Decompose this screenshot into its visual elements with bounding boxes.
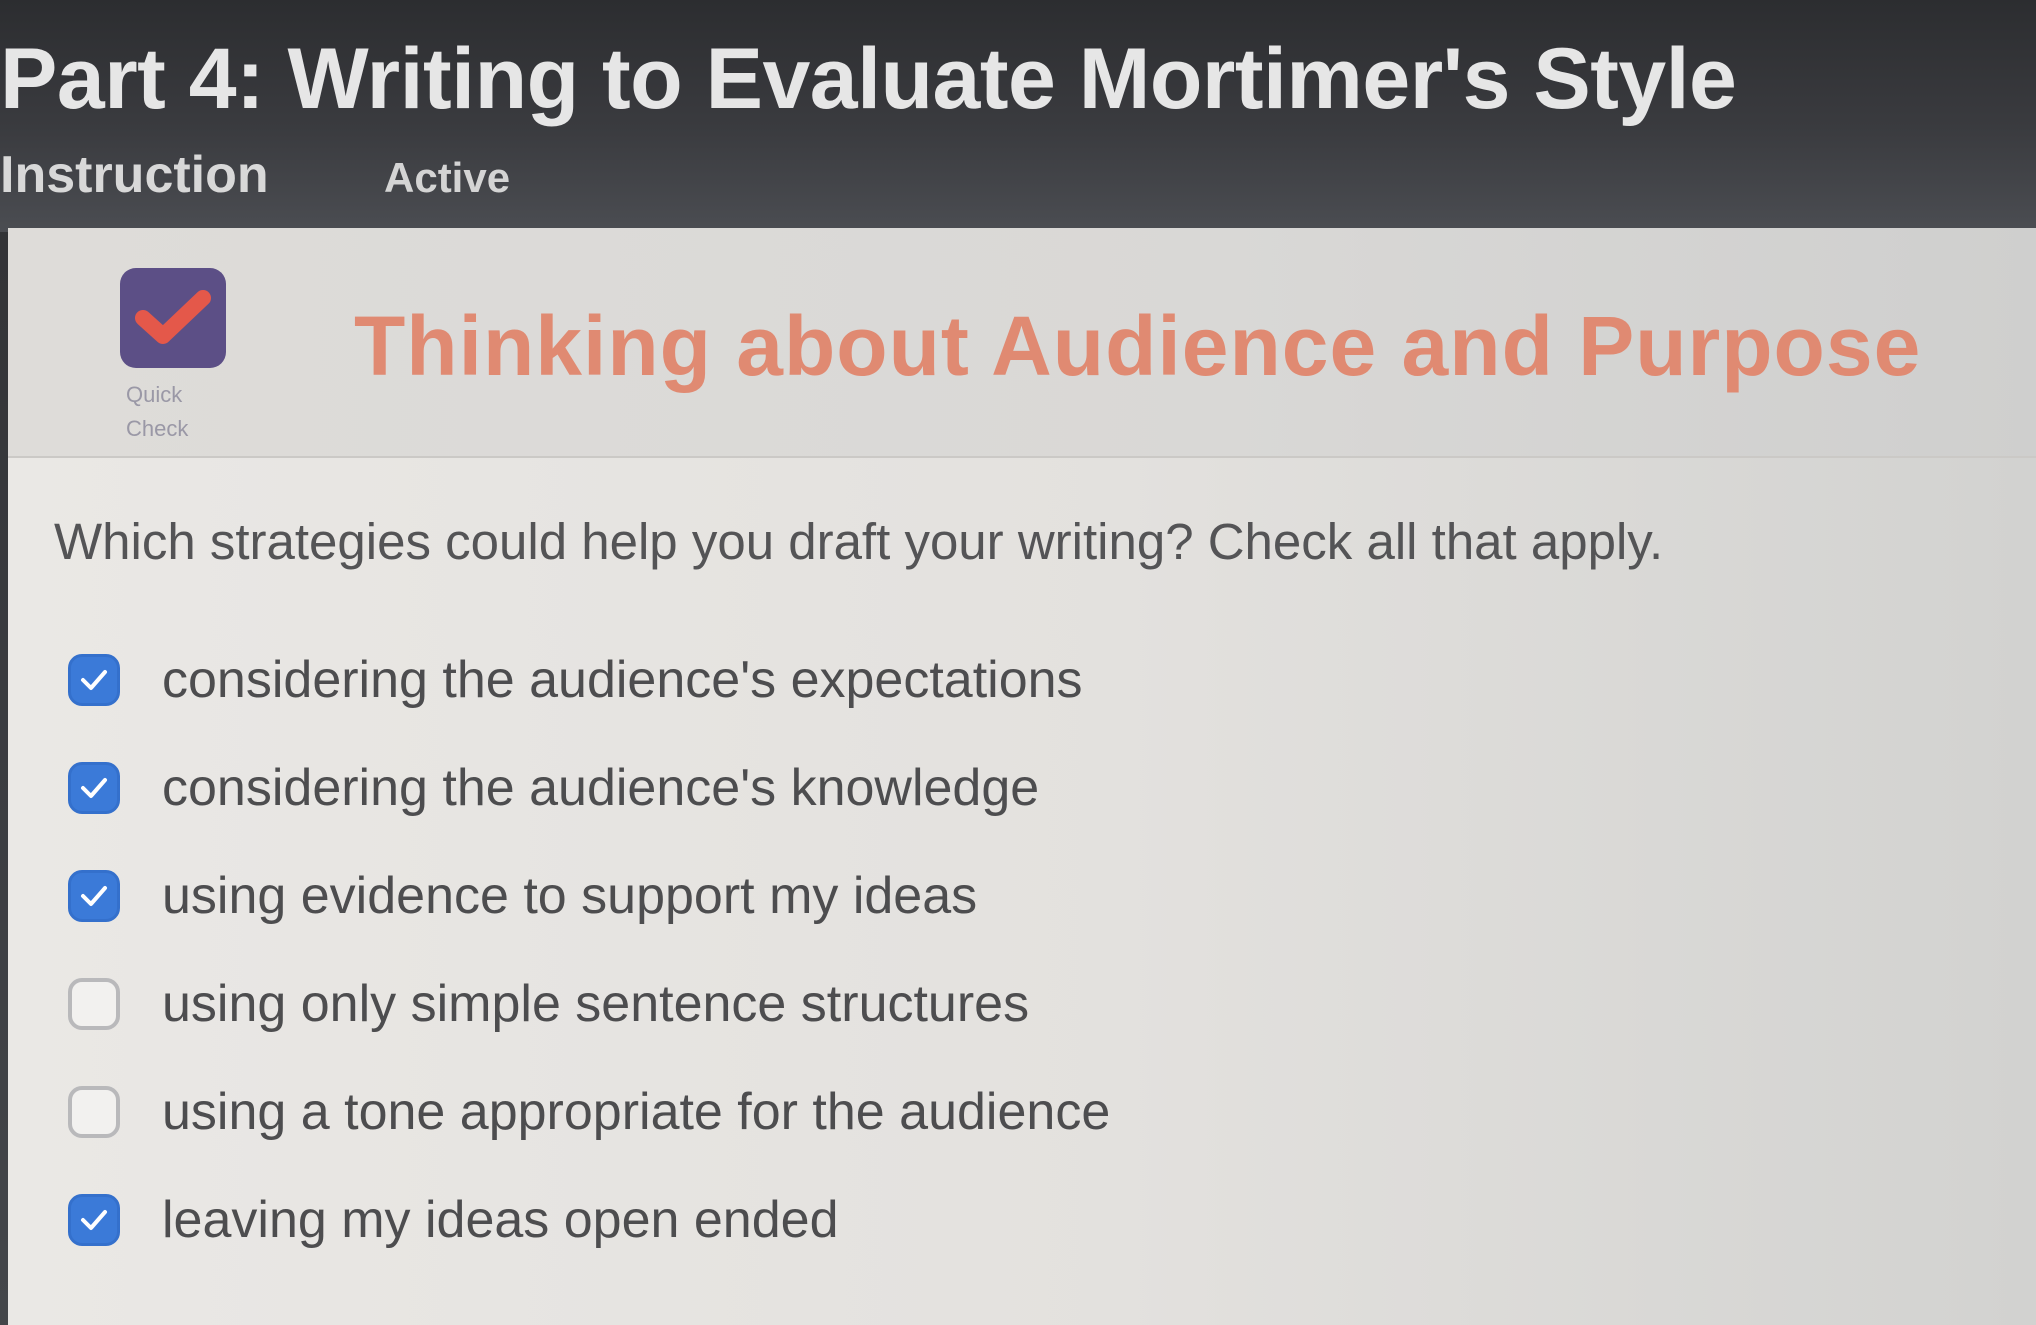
quick-check-label: Quick Check (126, 378, 226, 446)
tab-instruction[interactable]: Instruction (0, 145, 269, 205)
section-title: Thinking about Audience and Purpose (354, 299, 1922, 393)
option-audience-knowledge[interactable]: considering the audience's knowledge (68, 734, 1110, 842)
check-icon (81, 778, 107, 798)
check-icon (81, 670, 107, 690)
option-label: considering the audience's expectations (162, 651, 1083, 709)
option-checkbox[interactable] (68, 1086, 120, 1138)
option-audience-expectations[interactable]: considering the audience's expectations (68, 626, 1110, 734)
screen: Part 4: Writing to Evaluate Mortimer's S… (0, 0, 2036, 1325)
option-evidence[interactable]: using evidence to support my ideas (68, 842, 1110, 950)
checkmark-icon (135, 290, 211, 344)
option-checkbox[interactable] (68, 870, 120, 922)
quick-check-icon (120, 268, 226, 368)
option-label: using evidence to support my ideas (162, 867, 978, 925)
status-label: Active (384, 154, 511, 201)
question-prompt: Which strategies could help you draft yo… (54, 513, 1664, 570)
check-icon (81, 886, 107, 906)
option-checkbox[interactable] (68, 1194, 120, 1246)
lesson-header: Part 4: Writing to Evaluate Mortimer's S… (0, 0, 2036, 232)
quick-check-banner: Quick Check Thinking about Audience and … (8, 228, 2036, 458)
lesson-title: Part 4: Writing to Evaluate Mortimer's S… (0, 31, 1737, 127)
option-simple-sentences[interactable]: using only simple sentence structures (68, 950, 1110, 1058)
quick-check-label-line1: Quick (126, 382, 183, 407)
option-checkbox[interactable] (68, 762, 120, 814)
option-label: using only simple sentence structures (162, 975, 1030, 1033)
option-open-ended[interactable]: leaving my ideas open ended (68, 1166, 1110, 1274)
option-checkbox[interactable] (68, 978, 120, 1030)
check-icon (81, 1210, 107, 1230)
quick-check-label-line2: Check (126, 416, 189, 441)
activity-panel: Quick Check Thinking about Audience and … (8, 228, 2036, 1325)
option-label: considering the audience's knowledge (162, 759, 1040, 817)
option-appropriate-tone[interactable]: using a tone appropriate for the audienc… (68, 1058, 1110, 1166)
answer-options: considering the audience's expectations … (68, 626, 1110, 1274)
option-label: leaving my ideas open ended (162, 1191, 839, 1249)
option-label: using a tone appropriate for the audienc… (162, 1083, 1111, 1141)
option-checkbox[interactable] (68, 654, 120, 706)
